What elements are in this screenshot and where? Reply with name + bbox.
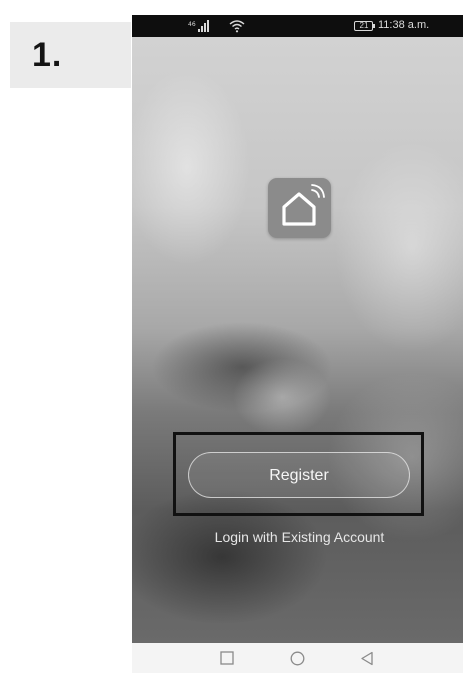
navigation-bar [132,643,463,673]
step-label-box: 1. [10,22,131,88]
triangle-back-icon[interactable] [360,651,374,666]
status-bar: 46 21 11:38 a.m. [132,15,463,37]
step-number: 1. [32,36,63,74]
battery-level: 21 [359,21,369,30]
phone-screen: 46 21 11:38 a.m. Register Login with Exi… [132,15,463,673]
square-recent-icon[interactable] [220,651,234,665]
status-time: 11:38 a.m. [378,19,430,31]
register-button[interactable]: Register [188,452,410,498]
wifi-icon [229,20,245,33]
blurred-background-image [132,37,463,643]
login-existing-account-link[interactable]: Login with Existing Account [132,529,463,545]
svg-text:46: 46 [188,21,196,28]
battery-icon: 21 [354,21,376,31]
circle-home-icon[interactable] [290,651,305,666]
smart-home-icon [268,178,331,238]
signal-icon: 46 [188,20,209,32]
